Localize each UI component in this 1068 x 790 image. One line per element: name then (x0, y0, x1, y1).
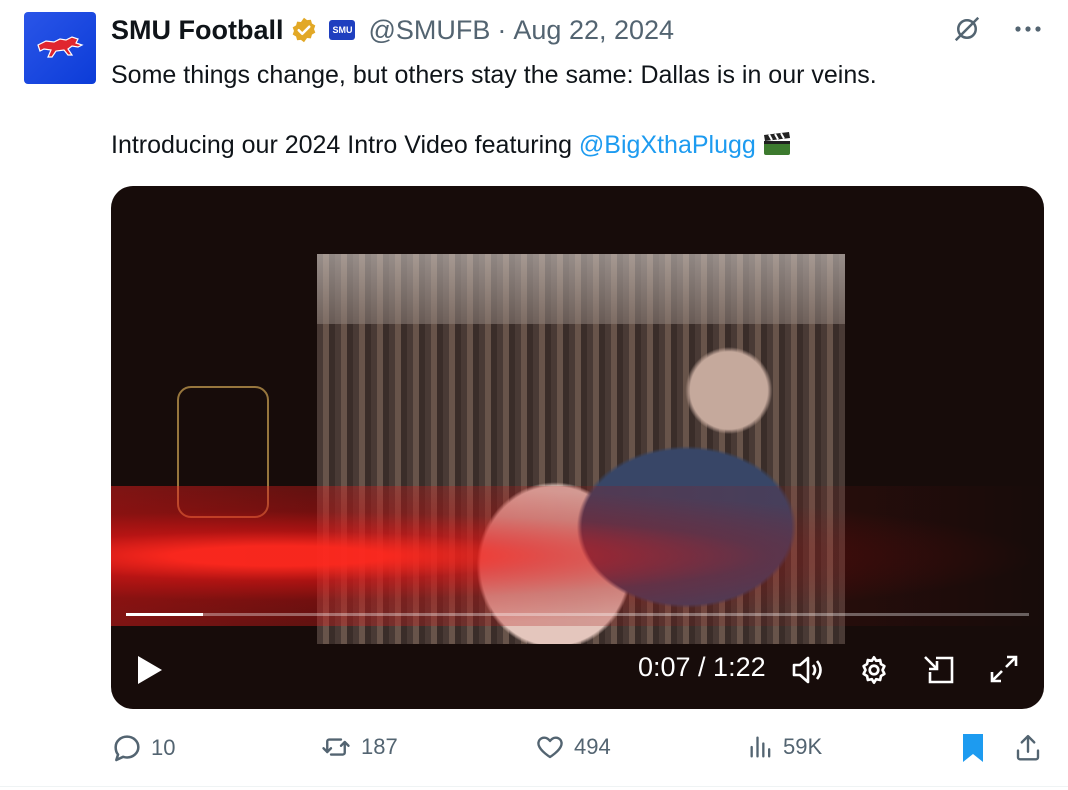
crowd-backdrop (317, 254, 845, 324)
affiliate-badge[interactable]: SMU (329, 20, 356, 40)
video-progress-fill (126, 613, 204, 616)
more-options-icon[interactable] (1014, 25, 1042, 33)
video-progress-bar[interactable] (126, 613, 1029, 616)
post-header: SMU Football SMU @SMUFB · Aug 22, 2024 (111, 12, 674, 48)
post-text: Some things change, but others stay the … (111, 58, 1031, 162)
repost-button[interactable]: 187 (319, 732, 398, 762)
like-button[interactable]: 494 (534, 732, 611, 762)
verified-badge-icon[interactable] (290, 16, 318, 44)
separator-dot: · (497, 14, 507, 45)
video-controls: 0:07 / 1:22 (111, 642, 1044, 698)
reply-count: 10 (151, 735, 176, 760)
share-icon (1016, 734, 1040, 761)
grok-icon[interactable] (952, 14, 982, 44)
share-button[interactable] (1013, 732, 1043, 764)
gear-icon (862, 656, 886, 684)
bookmark-button[interactable] (961, 732, 985, 764)
video-player[interactable]: 0:07 / 1:22 (111, 186, 1044, 709)
mention-link[interactable]: @BigXthaPlugg (579, 131, 756, 159)
volume-button[interactable] (791, 654, 827, 691)
red-light-flare (111, 486, 1044, 626)
avatar[interactable] (24, 12, 96, 84)
post-actions: 10 187 494 59K (111, 732, 1046, 768)
reply-icon (114, 735, 140, 762)
repost-icon (322, 738, 350, 756)
settings-button[interactable] (858, 654, 890, 691)
handle[interactable]: @SMUFB (368, 15, 490, 46)
bottom-divider (0, 786, 1068, 787)
like-count: 494 (574, 734, 611, 759)
play-icon (138, 656, 162, 684)
post-text-line-2: Introducing our 2024 Intro Video featuri… (111, 128, 1031, 162)
volume-icon (792, 656, 822, 684)
video-time: 0:07 / 1:22 (638, 652, 766, 682)
mustang-logo-icon (37, 36, 84, 58)
display-name[interactable]: SMU Football (111, 15, 283, 46)
fullscreen-icon (990, 655, 1018, 683)
heart-icon (537, 736, 563, 759)
post-text-line-1: Some things change, but others stay the … (111, 61, 877, 89)
top-actions (952, 14, 1042, 44)
views-count: 59K (783, 734, 823, 759)
views-chart-icon (750, 736, 771, 758)
clapper-board-icon (763, 132, 790, 155)
repost-count: 187 (361, 734, 398, 759)
play-button[interactable] (135, 654, 165, 691)
post-date[interactable]: Aug 22, 2024 (513, 15, 674, 46)
pip-button[interactable] (922, 654, 956, 691)
reply-button[interactable]: 10 (111, 732, 175, 764)
picture-in-picture-icon (924, 656, 954, 684)
fullscreen-button[interactable] (989, 654, 1019, 689)
bookmark-icon (963, 734, 983, 762)
views-button[interactable]: 59K (747, 732, 822, 762)
post-text-intro: Introducing our 2024 Intro Video featuri… (111, 131, 579, 159)
